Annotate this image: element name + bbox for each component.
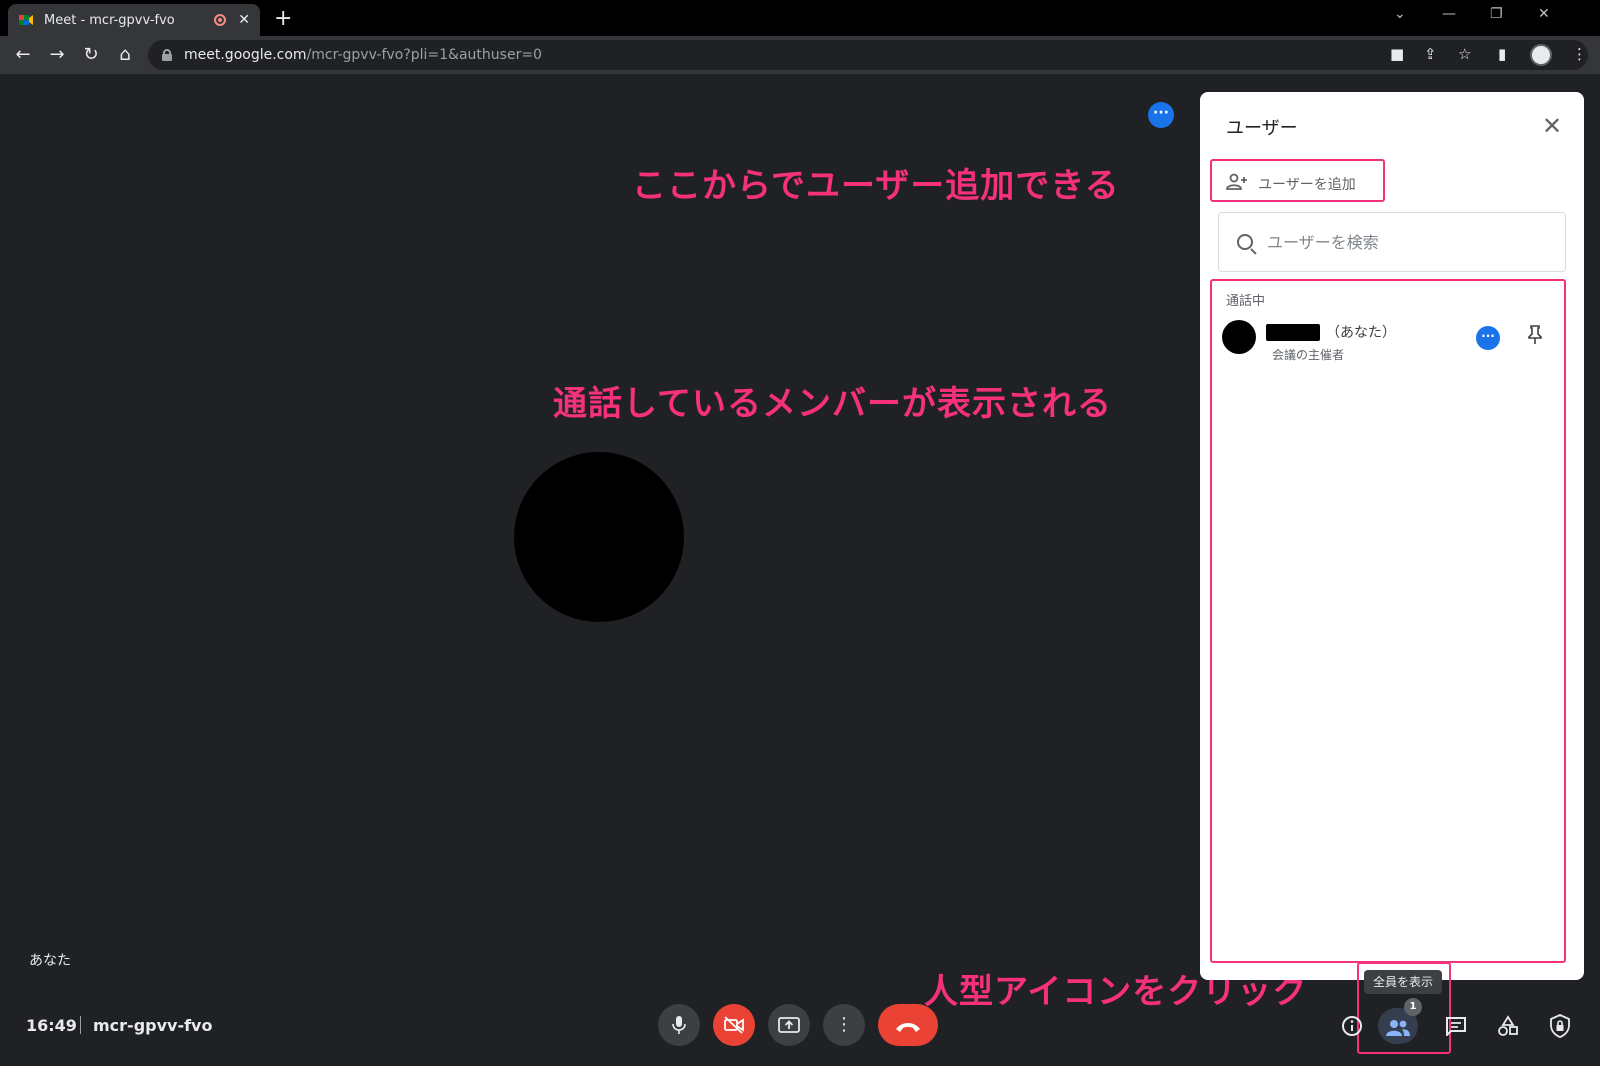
panel-close-icon[interactable]: ✕	[1538, 112, 1566, 140]
highlight-add-user	[1210, 159, 1385, 202]
chat-button[interactable]	[1442, 1012, 1470, 1040]
meet-favicon-icon	[18, 12, 34, 28]
meeting-info-button[interactable]	[1338, 1012, 1366, 1040]
present-icon	[778, 1017, 800, 1033]
forward-icon[interactable]: →	[46, 44, 68, 65]
browser-toolbar: ← → ↻ ⌂ meet.google.com/mcr-gpvv-fvo?pli…	[0, 36, 1600, 74]
search-icon	[1237, 234, 1253, 250]
camera-off-icon	[724, 1016, 744, 1034]
window-close-icon[interactable]: ✕	[1538, 6, 1550, 22]
tab-strip: Meet - mcr-gpvv-fvo ✕ + ⌄ — ❐ ✕	[0, 0, 1600, 36]
shield-lock-icon	[1550, 1014, 1570, 1038]
people-icon	[1386, 1019, 1410, 1036]
minimize-icon[interactable]: —	[1442, 6, 1456, 22]
side-panel-icon[interactable]: ▮	[1498, 45, 1506, 63]
more-options-button[interactable]: ⋮	[823, 1004, 865, 1046]
tile-more-options-icon[interactable]: ···	[1148, 102, 1174, 128]
activities-icon	[1498, 1015, 1518, 1036]
user-search-input[interactable]	[1267, 232, 1527, 252]
browser-tab[interactable]: Meet - mcr-gpvv-fvo ✕	[8, 4, 260, 36]
lock-icon	[162, 49, 172, 61]
back-icon[interactable]: ←	[12, 44, 34, 65]
recording-indicator-icon	[214, 14, 227, 26]
annotation-add-user: ここからでユーザー追加できる	[632, 166, 1120, 206]
camera-icon[interactable]: ■	[1390, 45, 1404, 63]
leave-call-button[interactable]	[878, 1004, 938, 1046]
url-text: meet.google.com/mcr-gpvv-fvo?pli=1&authu…	[184, 47, 542, 63]
chat-icon	[1446, 1017, 1466, 1038]
tab-title: Meet - mcr-gpvv-fvo	[44, 12, 175, 28]
hangup-icon	[896, 1022, 920, 1032]
reload-icon[interactable]: ↻	[80, 44, 102, 65]
bookmark-star-icon[interactable]: ☆	[1458, 45, 1471, 63]
new-tab-button[interactable]: +	[274, 6, 292, 31]
tab-close-icon[interactable]: ✕	[238, 12, 250, 28]
activities-button[interactable]	[1494, 1012, 1522, 1040]
tab-search-icon[interactable]: ⌄	[1394, 6, 1406, 22]
user-search-box[interactable]	[1218, 212, 1566, 272]
panel-title: ユーザー	[1226, 118, 1298, 139]
browser-menu-icon[interactable]: ⋮	[1572, 45, 1587, 63]
share-icon[interactable]: ⇪	[1424, 45, 1437, 63]
profile-avatar[interactable]	[1530, 44, 1552, 66]
camera-off-button[interactable]	[713, 1004, 755, 1046]
annotation-members: 通話しているメンバーが表示される	[553, 384, 1112, 424]
divider	[80, 1016, 81, 1034]
info-icon	[1342, 1016, 1362, 1036]
highlight-members-list	[1210, 279, 1566, 963]
restore-icon[interactable]: ❐	[1490, 6, 1503, 22]
meeting-code: mcr-gpvv-fvo	[93, 1016, 213, 1035]
host-controls-button[interactable]	[1546, 1012, 1574, 1040]
address-bar[interactable]: meet.google.com/mcr-gpvv-fvo?pli=1&authu…	[148, 40, 1588, 70]
people-tooltip: 全員を表示	[1364, 970, 1442, 994]
meeting-time: 16:49	[26, 1016, 77, 1035]
self-tile-label: あなた	[29, 953, 71, 969]
participant-count-badge: 1	[1404, 998, 1422, 1016]
present-screen-button[interactable]	[768, 1004, 810, 1046]
mic-button[interactable]	[658, 1004, 700, 1046]
home-icon[interactable]: ⌂	[114, 44, 136, 65]
mic-icon	[672, 1016, 686, 1034]
self-avatar	[514, 452, 684, 622]
